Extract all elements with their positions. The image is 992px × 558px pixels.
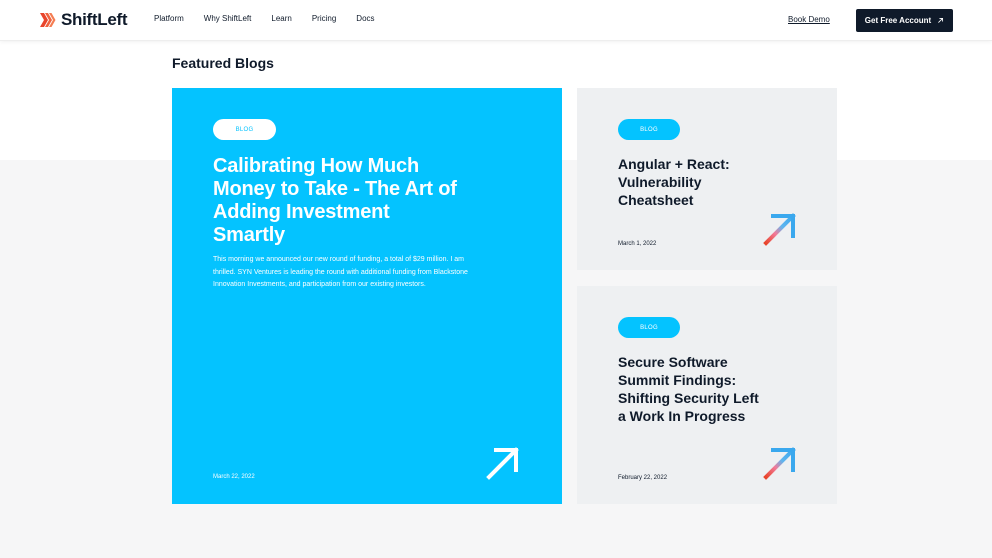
logo[interactable]: ShiftLeft	[39, 10, 128, 30]
blog-card[interactable]: BLOG Secure Software Summit Findings: Sh…	[577, 286, 837, 504]
main-nav: Platform Why ShiftLeft Learn Pricing Doc…	[154, 14, 395, 23]
shiftleft-logo-icon	[40, 13, 56, 27]
card-title[interactable]: Secure Software Summit Findings: Shiftin…	[618, 353, 768, 425]
arrow-up-right-icon	[938, 17, 944, 23]
blog-tag: BLOG	[618, 119, 680, 140]
card-date: March 1, 2022	[618, 241, 657, 247]
blog-tag: BLOG	[213, 119, 276, 140]
card-date: February 22, 2022	[618, 475, 668, 481]
card-title[interactable]: Angular + React: Vulnerability Cheatshee…	[618, 155, 768, 209]
nav-pricing[interactable]: Pricing	[312, 14, 336, 23]
blog-card[interactable]: BLOG Angular + React: Vulnerability Chea…	[577, 88, 837, 270]
card-date: March 22, 2022	[213, 474, 255, 480]
get-free-account-button[interactable]: Get Free Account	[856, 9, 953, 32]
card-description: This morning we announced our new round …	[213, 256, 468, 288]
book-demo-link[interactable]: Book Demo	[788, 15, 830, 24]
logo-text: ShiftLeft	[61, 10, 128, 29]
nav-why-shiftleft[interactable]: Why ShiftLeft	[204, 14, 252, 23]
top-navbar: ShiftLeft Platform Why ShiftLeft Learn P…	[0, 0, 992, 41]
section-title: Featured Blogs	[172, 55, 274, 71]
featured-blog-card[interactable]: BLOG Calibrating How Much Money to Take …	[172, 88, 562, 504]
nav-learn[interactable]: Learn	[271, 14, 291, 23]
nav-docs[interactable]: Docs	[356, 14, 374, 23]
nav-platform[interactable]: Platform	[154, 14, 184, 23]
blog-tag: BLOG	[618, 317, 680, 338]
arrow-up-right-icon[interactable]	[763, 212, 797, 246]
arrow-up-right-icon[interactable]	[763, 446, 797, 480]
arrow-up-right-icon[interactable]	[486, 446, 520, 480]
card-title[interactable]: Calibrating How Much Money to Take - The…	[213, 155, 463, 247]
cta-label: Get Free Account	[864, 16, 932, 25]
